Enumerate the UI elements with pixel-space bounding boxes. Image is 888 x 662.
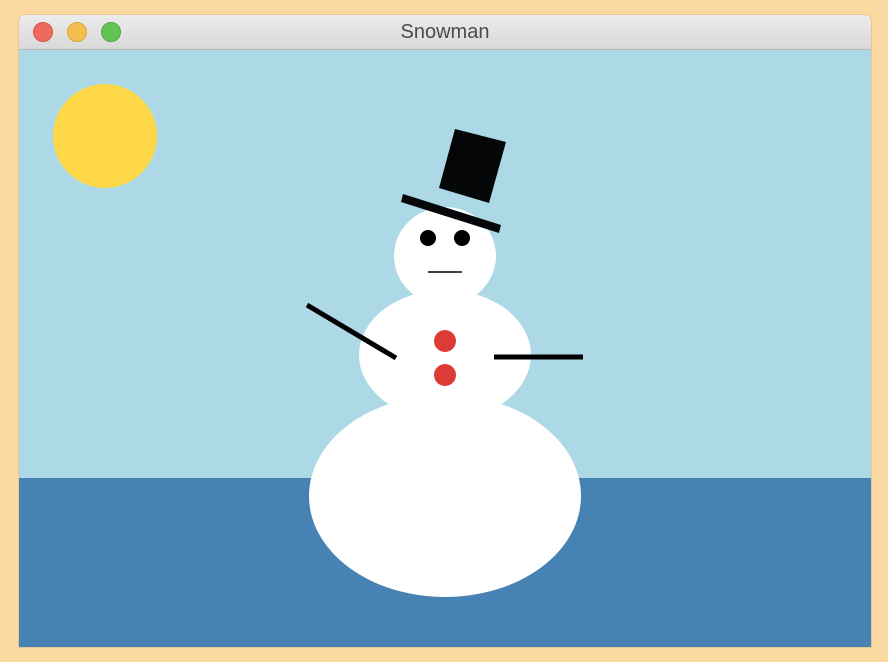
snowman-scene — [19, 50, 871, 647]
left-eye — [420, 230, 436, 246]
snowman-bottom-body — [309, 395, 581, 597]
app-window: Snowman — [19, 15, 871, 647]
window-title: Snowman — [400, 21, 490, 43]
snowman-button-top — [434, 330, 456, 352]
title-bar: Snowman — [19, 15, 871, 50]
sun — [53, 84, 157, 188]
scene-canvas — [19, 50, 871, 647]
right-eye — [454, 230, 470, 246]
snowman-button-bottom — [434, 364, 456, 386]
